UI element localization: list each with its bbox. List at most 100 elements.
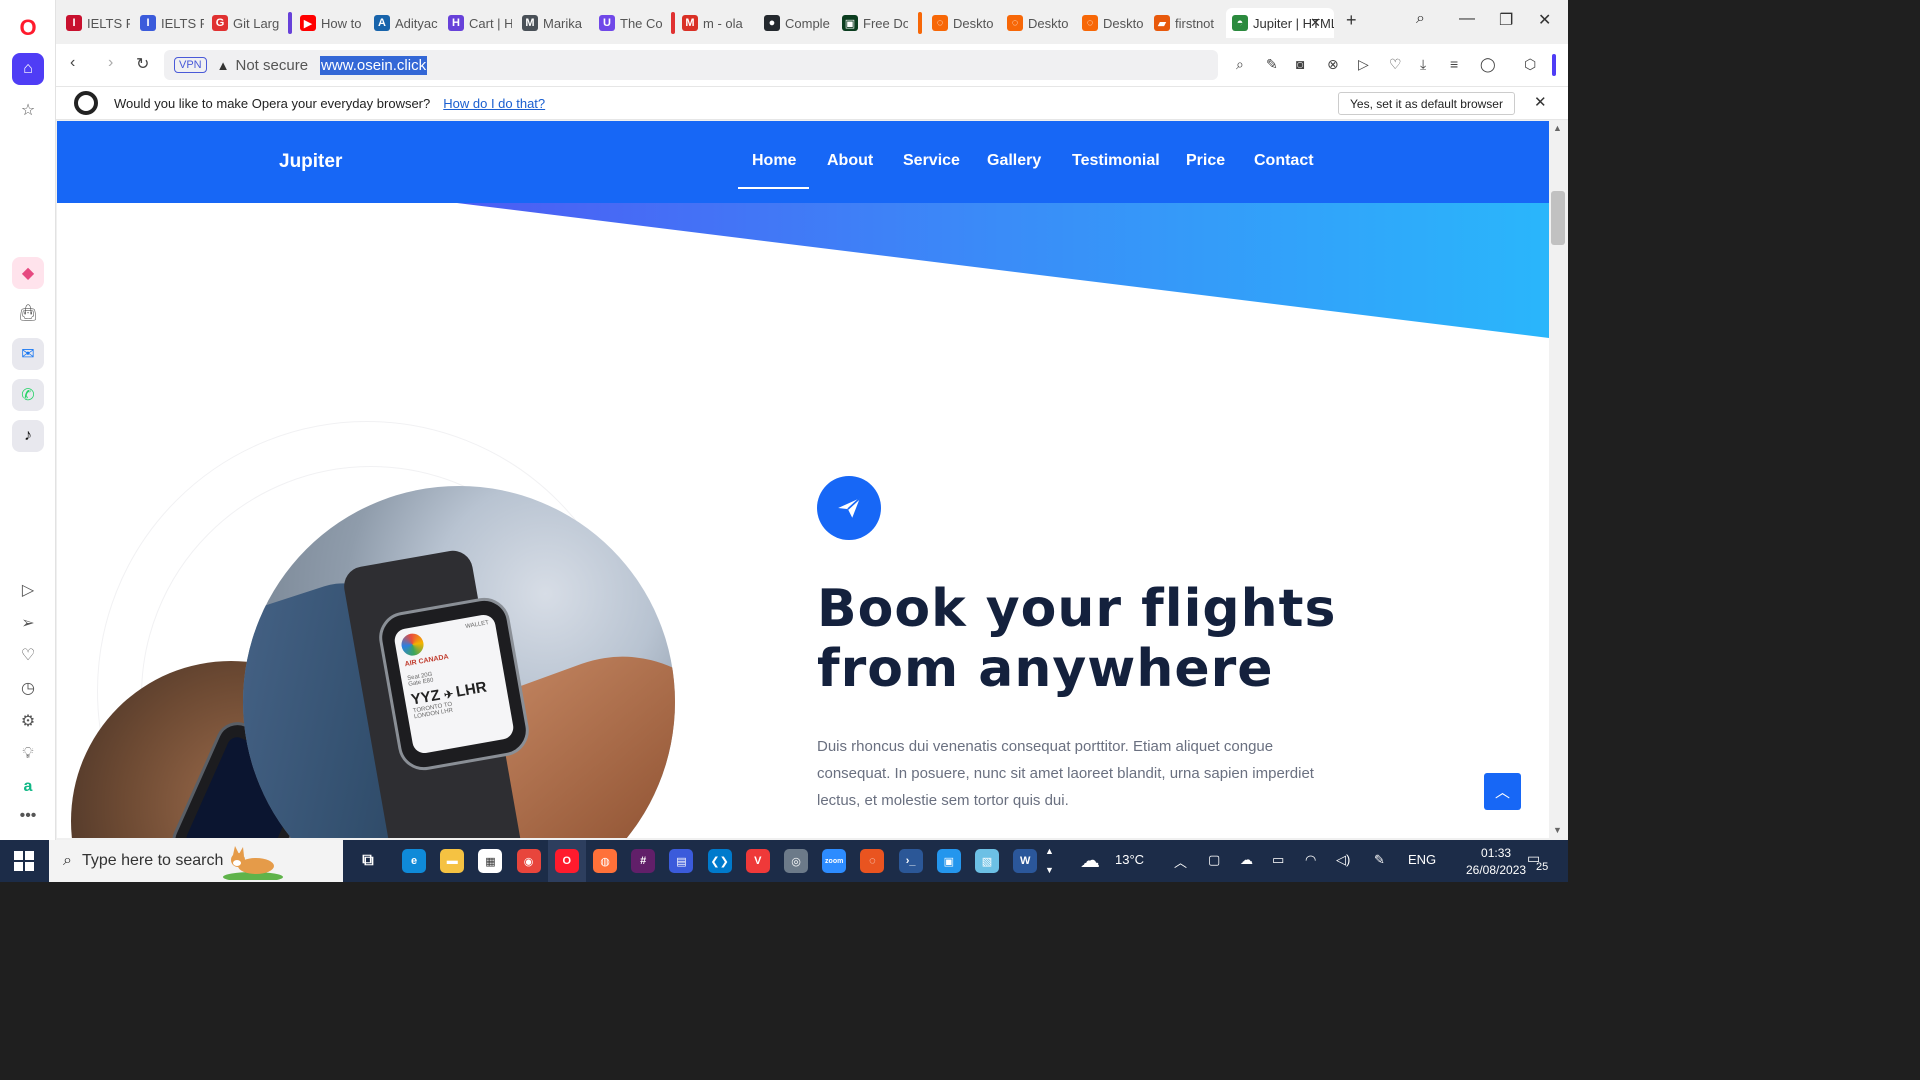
sidebar-toggle[interactable] (1552, 54, 1556, 76)
home-icon[interactable]: ⌂ (12, 53, 44, 85)
clock[interactable]: 01:33 26/08/2023 (1466, 845, 1526, 879)
lens-icon[interactable]: ⌕ (1236, 56, 1244, 73)
vpn-badge[interactable]: VPN (174, 57, 207, 73)
battery-icon[interactable]: ▭ (1272, 852, 1284, 868)
lightbulb-icon[interactable]: 💡︎ (12, 738, 44, 770)
tab-close-icon[interactable]: ✕ (1310, 15, 1321, 31)
wifi-icon[interactable]: ◠ (1305, 852, 1316, 868)
meet-icon[interactable]: ▢ (1208, 852, 1220, 868)
nav-gallery[interactable]: Gallery (987, 152, 1041, 170)
tab-4[interactable]: A Adityac (368, 8, 438, 38)
tab-10[interactable]: ▣ Free Do (836, 8, 908, 38)
vivaldi-icon[interactable]: V (745, 849, 770, 873)
player-icon[interactable]: ▷ (12, 574, 44, 606)
not-secure-label[interactable]: Not secure (236, 57, 309, 74)
heart-icon[interactable]: ♡ (1389, 56, 1402, 73)
camera-icon[interactable]: ◙ (1296, 56, 1304, 72)
send-icon[interactable]: ➢ (12, 607, 44, 639)
profile-icon[interactable]: ◯ (1480, 56, 1496, 73)
scroll-down-icon[interactable]: ▼ (1553, 825, 1562, 835)
store-icon[interactable]: ▦ (478, 849, 503, 873)
weather-icon[interactable]: ☁ (1080, 848, 1100, 873)
nav-price[interactable]: Price (1186, 152, 1225, 170)
back-icon[interactable]: ‹ (70, 54, 75, 72)
whatsapp-icon[interactable]: ✆ (12, 379, 44, 411)
aria-icon[interactable]: ◆ (12, 257, 44, 289)
weather-temp[interactable]: 13°C (1115, 852, 1144, 867)
network-icon[interactable]: ▤ (669, 849, 694, 873)
nav-testimonial[interactable]: Testimonial (1072, 152, 1160, 170)
volume-icon[interactable]: ◁) (1336, 852, 1350, 868)
windows-start-icon[interactable] (14, 851, 34, 871)
block-icon[interactable]: ⊗ (1327, 56, 1339, 73)
history-icon[interactable]: ◷ (12, 672, 44, 704)
word-icon[interactable]: W (1013, 849, 1038, 873)
flow-icon[interactable]: ▷ (1358, 56, 1369, 73)
tab-9[interactable]: ● Comple (758, 8, 832, 38)
slack-icon[interactable]: # (631, 849, 656, 873)
aria-a-icon[interactable]: a (12, 771, 44, 803)
tab-7[interactable]: U The Co (593, 8, 665, 38)
set-default-button[interactable]: Yes, set it as default browser (1338, 92, 1515, 115)
page-scrollbar[interactable]: ▲ ▼ (1549, 121, 1568, 838)
reload-icon[interactable]: ↻ (136, 54, 149, 74)
language-indicator[interactable]: ENG (1408, 852, 1436, 867)
url-box[interactable]: VPN ▲ Not secure www.osein.click (164, 50, 1218, 80)
back-to-top-button[interactable]: ︿ (1484, 773, 1521, 810)
file-explorer-icon[interactable]: ▬ (440, 849, 465, 873)
tab-14[interactable]: ▰ firstnot (1148, 8, 1220, 38)
download-icon[interactable]: ⤓ (1420, 56, 1426, 73)
infobar-link[interactable]: How do I do that? (443, 96, 545, 111)
ubuntu-icon[interactable]: ◌ (860, 849, 885, 873)
taskbar-search[interactable]: ⌕ Type here to search (49, 840, 343, 882)
safari-icon[interactable]: ◎ (784, 849, 808, 873)
minimize-icon[interactable]: — (1459, 10, 1475, 28)
onedrive-icon[interactable]: ☁ (1240, 852, 1253, 868)
tray-chevron-icon[interactable]: ︿ (1174, 852, 1187, 871)
edit-icon[interactable]: ✎ (1266, 56, 1278, 73)
nav-about[interactable]: About (827, 152, 873, 170)
tiktok-icon[interactable]: ♪ (12, 420, 44, 452)
shopping-bag-icon[interactable]: 👜︎ (12, 297, 44, 329)
settings-icon[interactable]: ⚙ (12, 705, 44, 737)
tray-scroll-icon[interactable]: ▲ ▼ (1045, 842, 1054, 880)
taskbar-search-placeholder[interactable]: Type here to search (82, 852, 223, 870)
messenger-icon[interactable]: ✉ (12, 338, 44, 370)
pen-icon[interactable]: ✎ (1374, 852, 1385, 868)
tab-2[interactable]: G Git Larg (206, 8, 280, 38)
nav-contact[interactable]: Contact (1254, 152, 1314, 170)
tab-11[interactable]: ◌ Deskto (926, 8, 996, 38)
new-tab-icon[interactable]: + (1346, 10, 1357, 31)
tab-1[interactable]: I IELTS Re (134, 8, 204, 38)
tab-13[interactable]: ◌ Deskto (1076, 8, 1146, 38)
url-text[interactable]: www.osein.click (320, 55, 428, 75)
opera-logo-icon[interactable]: O (12, 12, 44, 44)
powershell-icon[interactable]: ›_ (898, 849, 923, 873)
firefox-icon[interactable]: ◍ (593, 849, 617, 873)
zoom-icon[interactable]: zoom (822, 849, 847, 873)
restore-icon[interactable]: ❐ (1499, 10, 1513, 30)
nav-service[interactable]: Service (903, 152, 960, 170)
vscode-icon[interactable]: ❮❯ (707, 849, 732, 873)
tab-8[interactable]: Mm - ola (676, 8, 752, 38)
tab-5[interactable]: H Cart | H (442, 8, 512, 38)
notepad-icon[interactable]: ▧ (975, 849, 999, 873)
edge-icon[interactable]: e (402, 849, 426, 873)
opera-icon[interactable]: O (554, 849, 579, 873)
tab-6[interactable]: M Marika (516, 8, 588, 38)
task-view-icon[interactable]: ⧉ (356, 849, 380, 873)
easy-setup-icon[interactable]: ≡ (1450, 56, 1458, 72)
chrome-icon[interactable]: ◉ (516, 849, 541, 873)
heart-icon[interactable]: ♡ (12, 639, 44, 671)
docker-icon[interactable]: ▣ (936, 849, 961, 873)
forward-icon[interactable]: › (108, 54, 113, 72)
scroll-thumb[interactable] (1551, 191, 1565, 245)
tab-0[interactable]: I IELTS Re (60, 8, 130, 38)
more-icon[interactable]: ••• (12, 800, 44, 832)
cube-icon[interactable]: ⬡ (1524, 56, 1536, 73)
tab-3[interactable]: ▶ How to (294, 8, 364, 38)
scroll-up-icon[interactable]: ▲ (1553, 123, 1562, 133)
tab-12[interactable]: ◌ Deskto (1001, 8, 1071, 38)
close-icon[interactable]: ✕ (1534, 93, 1547, 111)
brand-logo[interactable]: Jupiter (279, 151, 342, 173)
